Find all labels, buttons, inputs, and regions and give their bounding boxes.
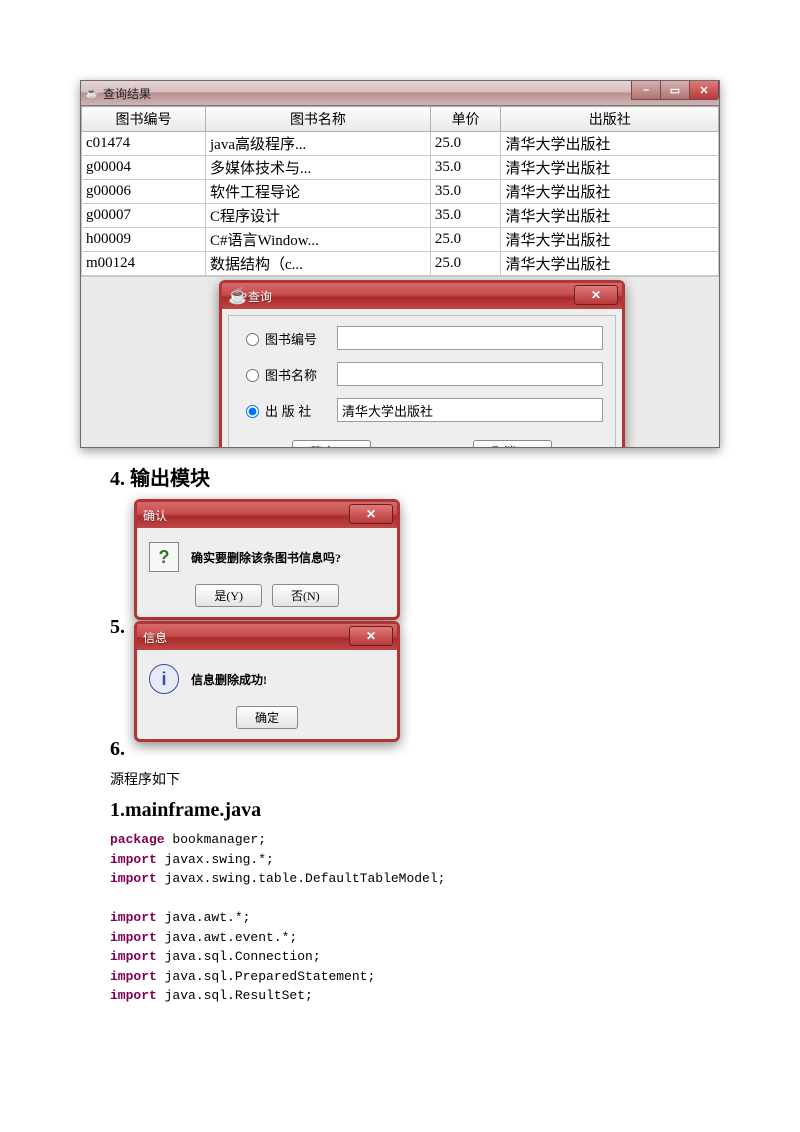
table-cell: 25.0 [430,228,501,252]
query-body: 图书编号 图书名称 出 版 社 确定(...) [228,315,616,447]
radio-label-book-name: 图书名称 [265,365,337,384]
table-row[interactable]: g00004多媒体技术与...35.0清华大学出版社 [82,156,719,180]
maximize-button[interactable]: ▭ [660,81,690,100]
table-cell: 清华大学出版社 [501,252,719,276]
table-cell: 数据结构（c... [206,252,431,276]
input-book-name[interactable] [337,362,603,386]
table-row[interactable]: g00006软件工程导论35.0清华大学出版社 [82,180,719,204]
col-book-id[interactable]: 图书编号 [82,107,206,132]
table-cell: C程序设计 [206,204,431,228]
table-cell: h00009 [82,228,206,252]
radio-row-book-id: 图书编号 [241,326,603,350]
table-cell: java高级程序... [206,132,431,156]
code-header: 1.mainframe.java [110,799,720,822]
table-row[interactable]: h00009C#语言Window...25.0清华大学出版社 [82,228,719,252]
results-titlebar: ☕ 查询结果 – ▭ ✕ [81,81,719,106]
table-row[interactable]: m00124数据结构（c...25.0清华大学出版社 [82,252,719,276]
code-block: package bookmanager; import javax.swing.… [110,830,720,1006]
table-cell: 25.0 [430,252,501,276]
query-dialog: ☕ 查询 ✕ 图书编号 图书名称 [219,280,625,447]
radio-label-book-id: 图书编号 [265,329,337,348]
close-button[interactable]: ✕ [349,504,393,524]
radio-row-book-name: 图书名称 [241,362,603,386]
col-publisher[interactable]: 出版社 [501,107,719,132]
table-header-row: 图书编号 图书名称 单价 出版社 [82,107,719,132]
input-book-id[interactable] [337,326,603,350]
close-button[interactable]: ✕ [349,626,393,646]
table-row[interactable]: g00007C程序设计35.0清华大学出版社 [82,204,719,228]
table-cell: 35.0 [430,156,501,180]
radio-book-id[interactable] [246,333,259,346]
table-cell: c01474 [82,132,206,156]
query-dialog-title: 查询 [248,288,272,305]
table-cell: 清华大学出版社 [501,204,719,228]
num-5: 5. [110,616,125,643]
table-cell: 清华大学出版社 [501,180,719,204]
table-cell: C#语言Window... [206,228,431,252]
radio-publisher[interactable] [246,405,259,418]
java-icon: ☕ [228,286,248,306]
input-publisher[interactable] [337,398,603,422]
table-cell: 软件工程导论 [206,180,431,204]
table-cell: m00124 [82,252,206,276]
num-6: 6. [110,738,125,765]
radio-label-publisher: 出 版 社 [265,401,337,420]
section-4-heading: 4. 输出模块 [110,462,720,491]
ok-button[interactable]: 确定(...) [292,440,371,447]
table-cell: 35.0 [430,204,501,228]
source-note: 源程序如下 [110,769,720,789]
cancel-button[interactable]: 取消(...) [473,440,552,447]
results-lower-area: ☕ 查询 ✕ 图书编号 图书名称 [81,276,719,447]
confirm-title: 确认 [143,507,167,524]
question-icon: ? [149,542,179,572]
table-cell: g00004 [82,156,206,180]
table-cell: 清华大学出版社 [501,156,719,180]
table-cell: 25.0 [430,132,501,156]
col-book-name[interactable]: 图书名称 [206,107,431,132]
radio-book-name[interactable] [246,369,259,382]
confirm-message: 确实要删除该条图书信息吗? [191,549,341,566]
info-dialog: 信息 ✕ i 信息删除成功! 确定 [134,621,400,742]
info-message: 信息删除成功! [191,671,267,688]
col-price[interactable]: 单价 [430,107,501,132]
close-button[interactable]: ✕ [689,81,719,100]
query-results-window: ☕ 查询结果 – ▭ ✕ 图书编号 图书名称 单价 出版社 c01474java… [80,80,720,448]
table-cell: 35.0 [430,180,501,204]
query-dialog-titlebar: ☕ 查询 ✕ [222,283,622,309]
no-button[interactable]: 否(N) [272,584,339,607]
table-cell: 清华大学出版社 [501,228,719,252]
radio-row-publisher: 出 版 社 [241,398,603,422]
results-table: 图书编号 图书名称 单价 出版社 c01474java高级程序...25.0清华… [81,106,719,276]
ok-button[interactable]: 确定 [236,706,298,729]
table-row[interactable]: c01474java高级程序...25.0清华大学出版社 [82,132,719,156]
query-button-row: 确定(...) 取消(...) [241,434,603,447]
yes-button[interactable]: 是(Y) [195,584,262,607]
results-window-title: 查询结果 [103,85,151,102]
info-icon: i [149,664,179,694]
table-cell: 多媒体技术与... [206,156,431,180]
info-title: 信息 [143,629,167,646]
confirm-dialog: 确认 ✕ ? 确实要删除该条图书信息吗? 是(Y) 否(N) [134,499,400,620]
table-cell: g00007 [82,204,206,228]
confirm-titlebar: 确认 ✕ [137,502,397,528]
java-icon: ☕ [85,86,99,100]
table-cell: g00006 [82,180,206,204]
info-titlebar: 信息 ✕ [137,624,397,650]
table-cell: 清华大学出版社 [501,132,719,156]
close-button[interactable]: ✕ [574,285,618,305]
minimize-button[interactable]: – [631,81,661,100]
